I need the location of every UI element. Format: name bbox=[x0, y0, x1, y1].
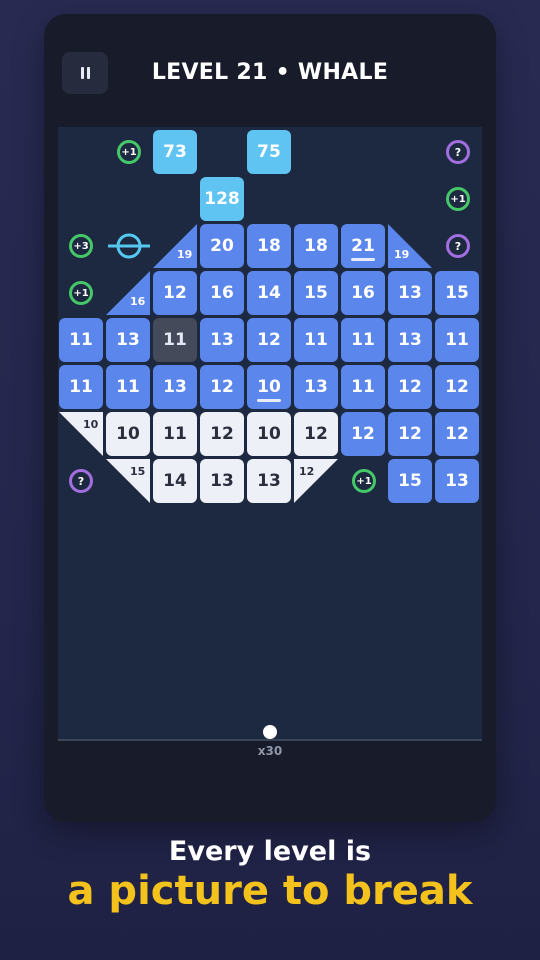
brick-with-marker: 21 bbox=[341, 224, 385, 268]
mystery-powerup: ? bbox=[446, 140, 470, 164]
brick: 14 bbox=[153, 459, 197, 503]
brick: 12 bbox=[435, 365, 479, 409]
brick-value: 21 bbox=[351, 236, 375, 256]
brick: 13 bbox=[200, 459, 244, 503]
ball-count: x30 bbox=[257, 744, 283, 758]
brick: 10 bbox=[247, 412, 291, 456]
triangle-brick-value: 16 bbox=[130, 295, 146, 308]
extra-ball-powerup: +1 bbox=[69, 281, 93, 305]
brick: 11 bbox=[341, 318, 385, 362]
brick: 13 bbox=[388, 318, 432, 362]
brick: 12 bbox=[153, 271, 197, 315]
brick: 18 bbox=[247, 224, 291, 268]
brick: 128 bbox=[200, 177, 244, 221]
brick: 20 bbox=[200, 224, 244, 268]
brick-value: 10 bbox=[257, 377, 281, 397]
mystery-powerup: ? bbox=[446, 234, 470, 258]
brick-damaged: 11 bbox=[153, 318, 197, 362]
brick: 13 bbox=[435, 459, 479, 503]
horizontal-laser-icon bbox=[108, 233, 150, 259]
brick: 12 bbox=[200, 412, 244, 456]
brick: 13 bbox=[106, 318, 150, 362]
triangle-brick-value: 12 bbox=[299, 465, 315, 478]
brick: 11 bbox=[59, 365, 103, 409]
brick: 13 bbox=[247, 459, 291, 503]
brick: 11 bbox=[106, 365, 150, 409]
triangle-brick bbox=[153, 224, 197, 268]
pause-button[interactable] bbox=[62, 52, 108, 94]
brick: 15 bbox=[294, 271, 338, 315]
triangle-brick bbox=[106, 271, 150, 315]
brick: 13 bbox=[388, 271, 432, 315]
brick: 12 bbox=[200, 365, 244, 409]
mystery-powerup: ? bbox=[69, 469, 93, 493]
brick: 11 bbox=[59, 318, 103, 362]
brick: 13 bbox=[294, 365, 338, 409]
brick: 12 bbox=[294, 412, 338, 456]
extra-ball-powerup: +1 bbox=[352, 469, 376, 493]
triangle-brick-value: 19 bbox=[177, 248, 193, 261]
ball-icon bbox=[263, 725, 277, 739]
brick-marker bbox=[351, 258, 375, 261]
triangle-brick-value: 19 bbox=[394, 248, 410, 261]
brick: 12 bbox=[247, 318, 291, 362]
brick: 11 bbox=[341, 365, 385, 409]
pause-icon bbox=[80, 67, 90, 79]
triangle-brick-value: 10 bbox=[83, 418, 99, 431]
brick: 14 bbox=[247, 271, 291, 315]
brick: 16 bbox=[341, 271, 385, 315]
brick: 12 bbox=[341, 412, 385, 456]
brick: 10 bbox=[106, 412, 150, 456]
brick: 11 bbox=[153, 412, 197, 456]
extra-ball-powerup: +1 bbox=[117, 140, 141, 164]
triangle-brick bbox=[388, 224, 432, 268]
caption-line-2: a picture to break bbox=[67, 868, 473, 914]
brick: 12 bbox=[435, 412, 479, 456]
brick-with-marker: 10 bbox=[247, 365, 291, 409]
extra-balls-powerup: +3 bbox=[69, 234, 93, 258]
extra-ball-powerup: +1 bbox=[446, 187, 470, 211]
level-title: LEVEL 21 • WHALE bbox=[151, 60, 389, 85]
caption-line-1: Every level is bbox=[168, 836, 372, 867]
brick: 15 bbox=[435, 271, 479, 315]
brick: 16 bbox=[200, 271, 244, 315]
brick-marker bbox=[257, 399, 281, 402]
board-floor-line bbox=[58, 739, 482, 741]
brick: 75 bbox=[247, 130, 291, 174]
brick: 12 bbox=[388, 365, 432, 409]
brick: 15 bbox=[388, 459, 432, 503]
brick: 11 bbox=[294, 318, 338, 362]
brick: 73 bbox=[153, 130, 197, 174]
brick: 13 bbox=[200, 318, 244, 362]
brick: 18 bbox=[294, 224, 338, 268]
brick: 13 bbox=[153, 365, 197, 409]
brick: 11 bbox=[435, 318, 479, 362]
triangle-brick-value: 15 bbox=[130, 465, 146, 478]
brick: 12 bbox=[388, 412, 432, 456]
